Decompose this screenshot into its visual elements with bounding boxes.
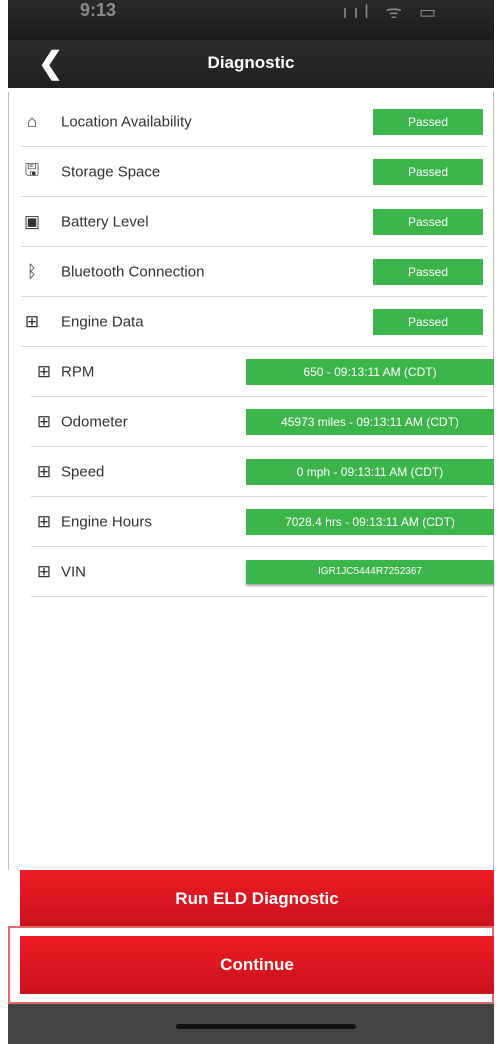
status-badge: Passed <box>373 209 483 235</box>
check-row-location: ⌂ Location Availability Passed <box>9 97 495 147</box>
check-row-storage: 🖫 Storage Space Passed <box>9 147 495 197</box>
check-label: Engine Data <box>61 313 144 331</box>
engine-row-vin: ⊞ VIN IGR1JC5444R7252367 <box>9 547 495 597</box>
check-label: Location Availability <box>61 113 192 131</box>
engine-sub-icon: ⊞ <box>36 412 52 431</box>
continue-button[interactable]: Continue <box>20 936 494 994</box>
engine-label: Speed <box>61 463 105 481</box>
divider <box>31 596 487 597</box>
home-indicator[interactable] <box>176 1024 356 1029</box>
engine-row-odometer: ⊞ Odometer 45973 miles - 09:13:11 AM (CD… <box>9 397 495 447</box>
run-eld-diagnostic-button[interactable]: Run ELD Diagnostic <box>20 870 494 928</box>
engine-label: Engine Hours <box>61 513 152 531</box>
value-badge: 0 mph - 09:13:11 AM (CDT) <box>246 459 494 485</box>
engine-sub-icon: ⊞ <box>36 562 52 581</box>
engine-sub-icon: ⊞ <box>36 462 52 481</box>
bluetooth-icon: ᛒ <box>26 262 38 281</box>
engine-row-engine-hours: ⊞ Engine Hours 7028.4 hrs - 09:13:11 AM … <box>9 497 495 547</box>
status-bar: 9:13 ııl ᯤ ▭ <box>8 0 494 40</box>
page-title: Diagnostic <box>207 53 295 72</box>
status-icons: ııl ᯤ ▭ <box>342 2 442 22</box>
value-badge: 650 - 09:13:11 AM (CDT) <box>246 359 494 385</box>
check-label: Storage Space <box>61 163 161 181</box>
engine-data-icon: ⊞ <box>24 312 40 331</box>
check-row-engine-data: ⊞ Engine Data Passed <box>9 297 495 347</box>
check-label: Battery Level <box>61 213 149 231</box>
home-bar-area <box>8 1004 494 1044</box>
value-badge: 45973 miles - 09:13:11 AM (CDT) <box>246 409 494 435</box>
check-row-battery: ▣ Battery Level Passed <box>9 197 495 247</box>
value-badge: 7028.4 hrs - 09:13:11 AM (CDT) <box>246 509 494 535</box>
engine-row-rpm: ⊞ RPM 650 - 09:13:11 AM (CDT) <box>9 347 495 397</box>
engine-sub-icon: ⊞ <box>36 512 52 531</box>
status-badge: Passed <box>373 309 483 335</box>
status-badge: Passed <box>373 159 483 185</box>
engine-row-speed: ⊞ Speed 0 mph - 09:13:11 AM (CDT) <box>9 447 495 497</box>
engine-label: RPM <box>61 363 95 381</box>
status-badge: Passed <box>373 259 483 285</box>
engine-label: VIN <box>61 563 87 581</box>
app-header: ❮ Diagnostic <box>8 40 494 88</box>
engine-sub-icon: ⊞ <box>36 362 52 381</box>
storage-icon: 🖫 <box>24 160 40 180</box>
status-badge: Passed <box>373 109 483 135</box>
value-badge: IGR1JC5444R7252367 <box>246 560 494 584</box>
status-time: 9:13 <box>80 0 117 20</box>
battery-icon: ▣ <box>23 212 41 231</box>
diagnostic-list: ⌂ Location Availability Passed 🖫 Storage… <box>8 92 494 870</box>
check-row-bluetooth: ᛒ Bluetooth Connection Passed <box>9 247 495 297</box>
engine-label: Odometer <box>61 413 128 431</box>
home-icon: ⌂ <box>26 112 38 131</box>
check-label: Bluetooth Connection <box>61 263 205 281</box>
